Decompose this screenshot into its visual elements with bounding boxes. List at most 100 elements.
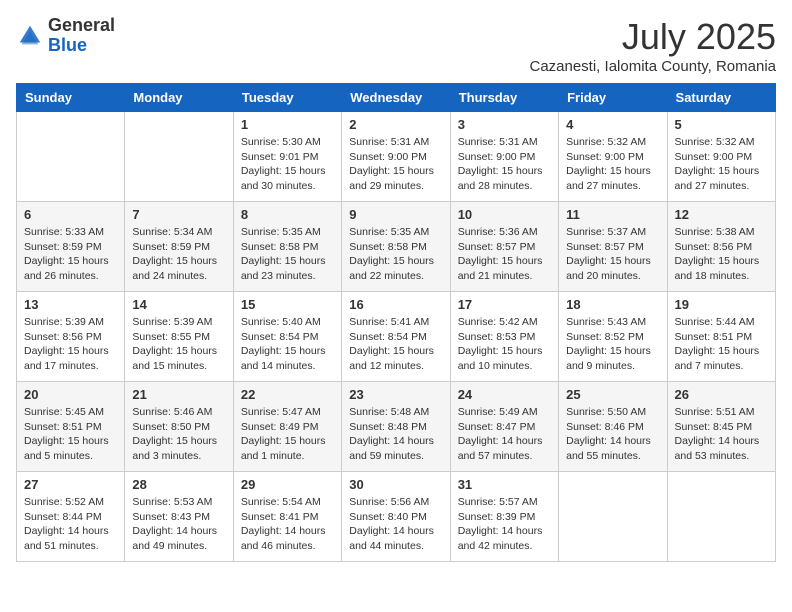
day-info: Sunrise: 5:31 AM Sunset: 9:00 PM Dayligh… [458,135,551,194]
calendar-cell: 16Sunrise: 5:41 AM Sunset: 8:54 PM Dayli… [342,292,450,382]
calendar-cell: 28 Sunrise: 5:53 AM Sunset: 8:43 PM Dayli… [125,472,233,562]
day-number: 8 [241,207,334,222]
day-info: Sunrise: 5:32 AM Sunset: 9:00 PM Dayligh… [566,135,659,194]
calendar-cell: 14Sunrise: 5:39 AM Sunset: 8:55 PM Dayli… [125,292,233,382]
calendar-cell: 26 Sunrise: 5:51 AM Sunset: 8:45 PM Dayli… [667,382,775,472]
day-number: 26 [675,387,768,402]
calendar-cell [125,112,233,202]
calendar-cell: 15 Sunrise: 5:40 AM Sunset: 8:54 PM Dayli… [233,292,341,382]
day-info: Sunrise: 5:31 AM Sunset: 9:00 PM Dayligh… [349,135,442,194]
day-number: 15 [241,297,334,312]
day-number: 4 [566,117,659,132]
week-row-3: 13 Sunrise: 5:39 AM Sunset: 8:56 PM Dayli… [17,292,776,382]
day-number: 11 [566,207,659,222]
day-number: 23 [349,387,442,402]
calendar-cell: 8 Sunrise: 5:35 AM Sunset: 8:58 PM Daylig… [233,202,341,292]
weekday-header-sunday: Sunday [17,84,125,112]
day-number: 20 [24,387,117,402]
day-number: 17 [458,297,551,312]
day-number: 9 [349,207,442,222]
calendar-cell: 20 Sunrise: 5:45 AM Sunset: 8:51 PM Dayli… [17,382,125,472]
day-info: Sunrise: 5:42 AM Sunset: 8:53 PM Dayligh… [458,315,551,374]
day-info: Sunrise: 5:45 AM Sunset: 8:51 PM Dayligh… [24,405,117,464]
day-number: 22 [241,387,334,402]
weekday-header-friday: Friday [559,84,667,112]
day-number: 18 [566,297,659,312]
day-number: 31 [458,477,551,492]
calendar-cell: 21 Sunrise: 5:46 AM Sunset: 8:50 PM Dayli… [125,382,233,472]
calendar-cell [17,112,125,202]
day-info: Sunrise: 5:39 AM Sunset: 8:56 PM Dayligh… [24,315,117,374]
calendar-cell: 5Sunrise: 5:32 AM Sunset: 9:00 PM Daylig… [667,112,775,202]
day-number: 27 [24,477,117,492]
day-number: 24 [458,387,551,402]
calendar-cell: 2 Sunrise: 5:31 AM Sunset: 9:00 PM Daylig… [342,112,450,202]
day-info: Sunrise: 5:47 AM Sunset: 8:49 PM Dayligh… [241,405,334,464]
calendar-cell: 13 Sunrise: 5:39 AM Sunset: 8:56 PM Dayli… [17,292,125,382]
day-info: Sunrise: 5:53 AM Sunset: 8:43 PM Dayligh… [132,495,225,554]
day-info: Sunrise: 5:35 AM Sunset: 8:58 PM Dayligh… [241,225,334,284]
day-info: Sunrise: 5:49 AM Sunset: 8:47 PM Dayligh… [458,405,551,464]
week-row-4: 20 Sunrise: 5:45 AM Sunset: 8:51 PM Dayli… [17,382,776,472]
location: Cazanesti, Ialomita County, Romania [529,58,776,75]
calendar-cell: 19 Sunrise: 5:44 AM Sunset: 8:51 PM Dayli… [667,292,775,382]
day-info: Sunrise: 5:48 AM Sunset: 8:48 PM Dayligh… [349,405,442,464]
calendar-cell: 29 Sunrise: 5:54 AM Sunset: 8:41 PM Dayli… [233,472,341,562]
day-number: 21 [132,387,225,402]
day-info: Sunrise: 5:40 AM Sunset: 8:54 PM Dayligh… [241,315,334,374]
day-number: 14 [132,297,225,312]
day-info: Sunrise: 5:35 AM Sunset: 8:58 PM Dayligh… [349,225,442,284]
day-number: 10 [458,207,551,222]
calendar-cell: 31Sunrise: 5:57 AM Sunset: 8:39 PM Dayli… [450,472,558,562]
month-title: July 2025 [529,16,776,58]
day-info: Sunrise: 5:51 AM Sunset: 8:45 PM Dayligh… [675,405,768,464]
day-info: Sunrise: 5:44 AM Sunset: 8:51 PM Dayligh… [675,315,768,374]
day-number: 2 [349,117,442,132]
calendar-cell: 9 Sunrise: 5:35 AM Sunset: 8:58 PM Daylig… [342,202,450,292]
calendar-cell: 23 Sunrise: 5:48 AM Sunset: 8:48 PM Dayli… [342,382,450,472]
calendar-cell: 10Sunrise: 5:36 AM Sunset: 8:57 PM Dayli… [450,202,558,292]
day-info: Sunrise: 5:33 AM Sunset: 8:59 PM Dayligh… [24,225,117,284]
day-number: 19 [675,297,768,312]
weekday-header-saturday: Saturday [667,84,775,112]
week-row-1: 1Sunrise: 5:30 AM Sunset: 9:01 PM Daylig… [17,112,776,202]
day-number: 13 [24,297,117,312]
calendar-cell [667,472,775,562]
day-number: 25 [566,387,659,402]
day-number: 30 [349,477,442,492]
day-number: 29 [241,477,334,492]
weekday-header-tuesday: Tuesday [233,84,341,112]
week-row-5: 27Sunrise: 5:52 AM Sunset: 8:44 PM Dayli… [17,472,776,562]
day-info: Sunrise: 5:37 AM Sunset: 8:57 PM Dayligh… [566,225,659,284]
calendar-cell: 17 Sunrise: 5:42 AM Sunset: 8:53 PM Dayli… [450,292,558,382]
day-number: 12 [675,207,768,222]
calendar-cell: 11 Sunrise: 5:37 AM Sunset: 8:57 PM Dayli… [559,202,667,292]
day-info: Sunrise: 5:54 AM Sunset: 8:41 PM Dayligh… [241,495,334,554]
calendar-cell: 12 Sunrise: 5:38 AM Sunset: 8:56 PM Dayli… [667,202,775,292]
calendar-cell: 22 Sunrise: 5:47 AM Sunset: 8:49 PM Dayli… [233,382,341,472]
day-number: 3 [458,117,551,132]
day-info: Sunrise: 5:50 AM Sunset: 8:46 PM Dayligh… [566,405,659,464]
calendar-cell: 30 Sunrise: 5:56 AM Sunset: 8:40 PM Dayli… [342,472,450,562]
page-header: General Blue July 2025 Cazanesti, Ialomi… [16,16,776,75]
day-info: Sunrise: 5:32 AM Sunset: 9:00 PM Dayligh… [675,135,768,194]
logo-general: General [48,15,115,35]
day-info: Sunrise: 5:56 AM Sunset: 8:40 PM Dayligh… [349,495,442,554]
day-info: Sunrise: 5:38 AM Sunset: 8:56 PM Dayligh… [675,225,768,284]
title-block: July 2025 Cazanesti, Ialomita County, Ro… [529,16,776,75]
day-info: Sunrise: 5:43 AM Sunset: 8:52 PM Dayligh… [566,315,659,374]
calendar-table: SundayMondayTuesdayWednesdayThursdayFrid… [16,83,776,562]
calendar-cell: 27Sunrise: 5:52 AM Sunset: 8:44 PM Dayli… [17,472,125,562]
calendar-cell: 24 Sunrise: 5:49 AM Sunset: 8:47 PM Dayli… [450,382,558,472]
calendar-cell: 6Sunrise: 5:33 AM Sunset: 8:59 PM Daylig… [17,202,125,292]
logo-icon [16,22,44,50]
day-info: Sunrise: 5:34 AM Sunset: 8:59 PM Dayligh… [132,225,225,284]
calendar-cell: 25 Sunrise: 5:50 AM Sunset: 8:46 PM Dayli… [559,382,667,472]
logo-text: General Blue [48,16,115,56]
header-row: SundayMondayTuesdayWednesdayThursdayFrid… [17,84,776,112]
day-number: 28 [132,477,225,492]
day-number: 7 [132,207,225,222]
day-info: Sunrise: 5:30 AM Sunset: 9:01 PM Dayligh… [241,135,334,194]
day-info: Sunrise: 5:46 AM Sunset: 8:50 PM Dayligh… [132,405,225,464]
weekday-header-monday: Monday [125,84,233,112]
